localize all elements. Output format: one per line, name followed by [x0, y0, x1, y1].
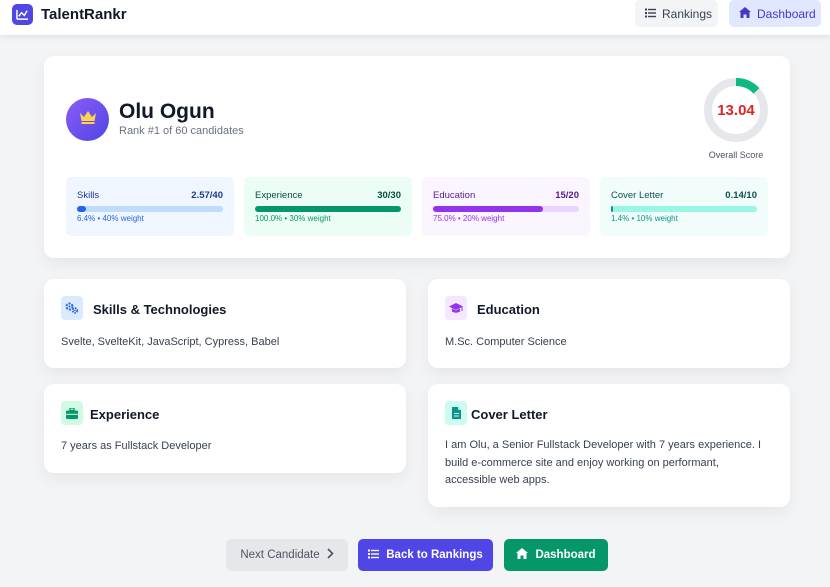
overall-score-value: 13.04: [717, 101, 755, 119]
progress-fill: [255, 206, 401, 212]
graduation-cap-icon: [445, 296, 467, 320]
overall-score-label: Overall Score: [708, 150, 764, 160]
section-title: Education: [477, 302, 540, 317]
section-title: Skills & Technologies: [93, 302, 227, 317]
progress-track: [611, 206, 757, 212]
chevron-right-icon: [327, 548, 334, 562]
nav-rankings-label: Rankings: [662, 6, 713, 21]
nav-rankings-button[interactable]: Rankings: [635, 0, 718, 27]
metric-skills: Skills 2.57/40 6.4% • 40% weight: [66, 177, 234, 236]
metric-detail: 6.4% • 40% weight: [77, 214, 144, 223]
brand[interactable]: TalentRankr: [12, 2, 127, 26]
experience-card: Experience 7 years as Fullstack Develope…: [44, 384, 406, 473]
chart-line-icon: [12, 3, 33, 25]
metric-name: Experience: [255, 190, 303, 201]
metric-cover-letter: Cover Letter 0.14/10 1.4% • 10% weight: [600, 177, 768, 236]
crown-icon: [79, 110, 97, 129]
progress-track: [77, 206, 223, 212]
metric-name: Education: [433, 190, 476, 201]
home-icon: [739, 6, 751, 21]
section-title: Cover Letter: [471, 407, 548, 422]
metric-experience: Experience 30/30 100.0% • 30% weight: [244, 177, 412, 236]
metric-detail: 100.0% • 30% weight: [255, 214, 331, 223]
list-icon: [645, 7, 656, 21]
progress-track: [433, 206, 579, 212]
progress-fill: [77, 206, 87, 212]
next-candidate-label: Next Candidate: [240, 549, 320, 561]
metric-score: 0.14/10: [725, 190, 757, 201]
education-card: Education M.Sc. Computer Science: [428, 279, 790, 368]
avatar: [66, 98, 109, 141]
candidate-rank: Rank #1 of 60 candidates: [119, 125, 244, 137]
back-to-rankings-label: Back to Rankings: [386, 549, 483, 561]
section-body: 7 years as Fullstack Developer: [61, 440, 212, 452]
top-navbar: TalentRankr Rankings Dashboard: [0, 0, 830, 35]
progress-fill: [611, 206, 614, 212]
section-title: Experience: [90, 407, 160, 422]
nav-dashboard-label: Dashboard: [757, 6, 816, 21]
dashboard-button[interactable]: Dashboard: [504, 539, 608, 571]
section-body: I am Olu, a Senior Fullstack Developer w…: [445, 439, 762, 486]
dashboard-label: Dashboard: [535, 549, 596, 561]
metric-name: Skills: [77, 190, 100, 201]
metric-score: 2.57/40: [191, 190, 223, 201]
candidate-name: Olu Ogun: [119, 100, 215, 123]
metric-score: 15/20: [555, 190, 579, 201]
metric-score: 30/30: [377, 190, 401, 201]
back-to-rankings-button[interactable]: Back to Rankings: [358, 539, 493, 571]
metric-education: Education 15/20 75.0% • 20% weight: [422, 177, 590, 236]
candidate-profile-card: Olu Ogun Rank #1 of 60 candidates 13.04 …: [44, 56, 790, 258]
list-icon: [368, 549, 380, 562]
progress-track: [255, 206, 401, 212]
section-body: Svelte, SvelteKit, JavaScript, Cypress, …: [61, 336, 280, 348]
cover-letter-card: Cover Letter I am Olu, a Senior Fullstac…: [428, 384, 790, 507]
metric-detail: 1.4% • 10% weight: [611, 214, 678, 223]
brand-name: TalentRankr: [41, 5, 127, 23]
document-icon: [445, 401, 467, 425]
home-icon: [516, 548, 529, 562]
gears-icon: [61, 296, 83, 320]
next-candidate-button[interactable]: Next Candidate: [226, 539, 348, 571]
skills-card: Skills & Technologies Svelte, SvelteKit,…: [44, 279, 406, 368]
metric-name: Cover Letter: [611, 190, 664, 201]
progress-fill: [433, 206, 543, 212]
nav-dashboard-button[interactable]: Dashboard: [729, 0, 821, 27]
metric-detail: 75.0% • 20% weight: [433, 214, 505, 223]
briefcase-icon: [61, 401, 83, 425]
section-body: M.Sc. Computer Science: [445, 336, 567, 348]
